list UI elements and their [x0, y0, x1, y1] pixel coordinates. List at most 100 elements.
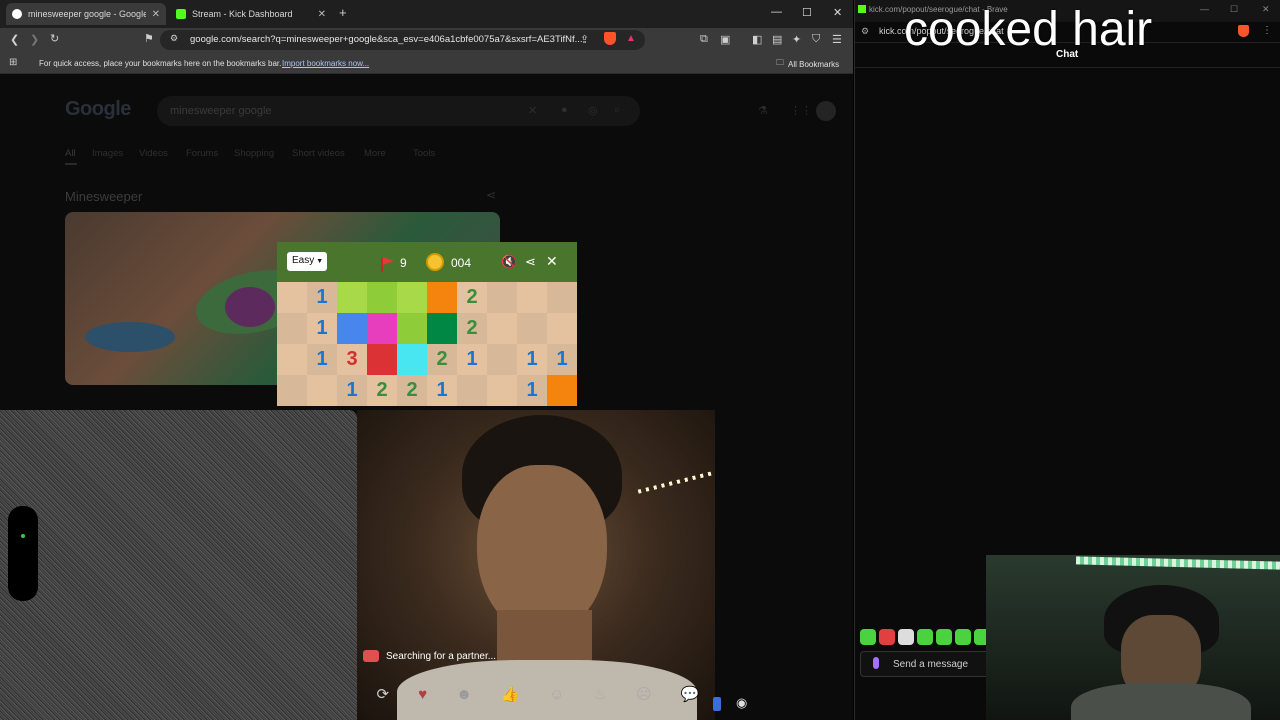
- grid-cell[interactable]: 1: [427, 375, 457, 406]
- grid-cell[interactable]: [547, 375, 577, 406]
- laugh-icon[interactable]: ☻: [456, 686, 472, 703]
- grid-cell[interactable]: [337, 313, 367, 344]
- grid-cell[interactable]: [547, 282, 577, 313]
- tab-tools[interactable]: Tools: [413, 148, 435, 159]
- brave-shields-icon[interactable]: [604, 32, 616, 45]
- grid-cell[interactable]: [457, 375, 487, 406]
- grid-cell[interactable]: 1: [307, 344, 337, 375]
- brave-shields-icon[interactable]: [1238, 25, 1249, 37]
- thumbs-up-icon[interactable]: 👍: [501, 685, 520, 703]
- maximize-icon[interactable]: ☐: [1230, 4, 1238, 15]
- chat-icon[interactable]: 💬: [681, 685, 700, 703]
- grid-cell[interactable]: [487, 375, 517, 406]
- vpn-icon[interactable]: ⛉: [812, 33, 820, 46]
- google-apps-icon[interactable]: ⋮⋮: [790, 104, 812, 117]
- grid-cell[interactable]: [487, 344, 517, 375]
- grid-cell[interactable]: 1: [307, 313, 337, 344]
- emote-icon[interactable]: [879, 629, 895, 645]
- account-avatar[interactable]: [816, 101, 836, 121]
- bookmark-icon[interactable]: ⚑: [144, 32, 154, 45]
- grid-cell[interactable]: 2: [457, 282, 487, 313]
- grid-cell[interactable]: [547, 313, 577, 344]
- new-tab-icon[interactable]: +: [339, 5, 347, 20]
- forward-icon[interactable]: ❯: [30, 33, 39, 46]
- grid-cell[interactable]: [367, 313, 397, 344]
- grid-cell[interactable]: 1: [547, 344, 577, 375]
- tab-images[interactable]: Images: [92, 148, 123, 159]
- grid-cell[interactable]: [307, 375, 337, 406]
- grid-cell[interactable]: [487, 313, 517, 344]
- emote-icon[interactable]: [860, 629, 876, 645]
- grid-cell[interactable]: [517, 282, 547, 313]
- search-icon[interactable]: ⌕: [614, 104, 620, 117]
- sidebar-icon[interactable]: ◧: [752, 33, 762, 46]
- grid-cell[interactable]: 1: [457, 344, 487, 375]
- emote-icon[interactable]: [955, 629, 971, 645]
- screenshot-icon[interactable]: ▣: [720, 33, 730, 46]
- grid-cell[interactable]: [517, 313, 547, 344]
- minesweeper-grid[interactable]: 121213211112211: [277, 282, 577, 406]
- grid-cell[interactable]: [487, 282, 517, 313]
- tab-short-videos[interactable]: Short videos: [292, 148, 345, 159]
- tab-google-search[interactable]: minesweeper google - Google S ✕: [6, 3, 166, 25]
- grid-cell[interactable]: 3: [337, 344, 367, 375]
- share-result-icon[interactable]: ⋖: [486, 188, 496, 202]
- close-tab-icon[interactable]: ✕: [152, 9, 160, 20]
- close-window-icon[interactable]: ✕: [1262, 4, 1270, 15]
- grid-cell[interactable]: [367, 282, 397, 313]
- refresh-icon[interactable]: ⟳: [377, 685, 390, 703]
- back-icon[interactable]: ❮: [10, 33, 19, 46]
- share-page-icon[interactable]: ⇪: [580, 33, 589, 46]
- tab-kick-dashboard[interactable]: Stream - Kick Dashboard ✕: [170, 3, 332, 25]
- grid-cell[interactable]: [277, 375, 307, 406]
- tab-all[interactable]: All: [65, 148, 76, 159]
- close-tab-icon[interactable]: ✕: [318, 9, 326, 20]
- grid-cell[interactable]: [427, 282, 457, 313]
- reload-icon[interactable]: ↻: [50, 32, 59, 45]
- labs-icon[interactable]: ⚗: [758, 104, 768, 117]
- grid-cell[interactable]: 1: [337, 375, 367, 406]
- menu-icon[interactable]: ☰: [832, 33, 842, 46]
- heart-eyes-icon[interactable]: ☹: [636, 685, 652, 703]
- taskbar-brave-icon[interactable]: ◉: [736, 695, 747, 711]
- site-info-icon[interactable]: ⚙: [170, 33, 178, 44]
- site-settings-icon[interactable]: ⚙: [861, 26, 869, 37]
- taskbar-app-icon[interactable]: [713, 697, 721, 711]
- tab-shopping[interactable]: Shopping: [234, 148, 274, 159]
- grid-cell[interactable]: [277, 313, 307, 344]
- leo-ai-icon[interactable]: ✦: [792, 33, 801, 46]
- minimize-icon[interactable]: —: [771, 6, 782, 18]
- grid-cell[interactable]: [277, 282, 307, 313]
- mic-icon[interactable]: [873, 657, 879, 669]
- close-game-icon[interactable]: ✕: [546, 253, 558, 270]
- extensions-icon[interactable]: ⧉: [700, 33, 708, 46]
- grid-cell[interactable]: [277, 344, 307, 375]
- grid-cell[interactable]: 2: [367, 375, 397, 406]
- grid-cell[interactable]: [367, 344, 397, 375]
- grid-cell[interactable]: 1: [517, 375, 547, 406]
- brave-rewards-icon[interactable]: ▲: [626, 33, 636, 44]
- tab-forums[interactable]: Forums: [186, 148, 218, 159]
- emote-icon[interactable]: [917, 629, 933, 645]
- tab-more[interactable]: More: [364, 148, 386, 159]
- emote-icon[interactable]: [936, 629, 952, 645]
- fire-icon[interactable]: ♨: [593, 685, 606, 703]
- difficulty-select[interactable]: Easy ▼: [287, 252, 327, 271]
- grid-cell[interactable]: 2: [427, 344, 457, 375]
- menu-icon[interactable]: ⋮: [1262, 25, 1272, 36]
- import-bookmarks-link[interactable]: Import bookmarks now...: [282, 59, 369, 68]
- grid-cell[interactable]: 1: [517, 344, 547, 375]
- clear-search-icon[interactable]: ✕: [528, 104, 537, 117]
- grid-cell[interactable]: 1: [307, 282, 337, 313]
- mute-icon[interactable]: 🔇: [501, 254, 517, 270]
- grid-cell[interactable]: [397, 313, 427, 344]
- share-icon[interactable]: ⋖: [525, 254, 536, 270]
- minimize-icon[interactable]: —: [1200, 4, 1209, 14]
- emote-icon[interactable]: [898, 629, 914, 645]
- grid-cell[interactable]: 2: [397, 375, 427, 406]
- lens-icon[interactable]: ◎: [588, 104, 598, 117]
- close-window-icon[interactable]: ✕: [833, 6, 842, 19]
- maximize-icon[interactable]: ☐: [802, 6, 812, 19]
- voice-search-icon[interactable]: ●: [561, 104, 568, 116]
- heart-icon[interactable]: ♥: [418, 686, 427, 703]
